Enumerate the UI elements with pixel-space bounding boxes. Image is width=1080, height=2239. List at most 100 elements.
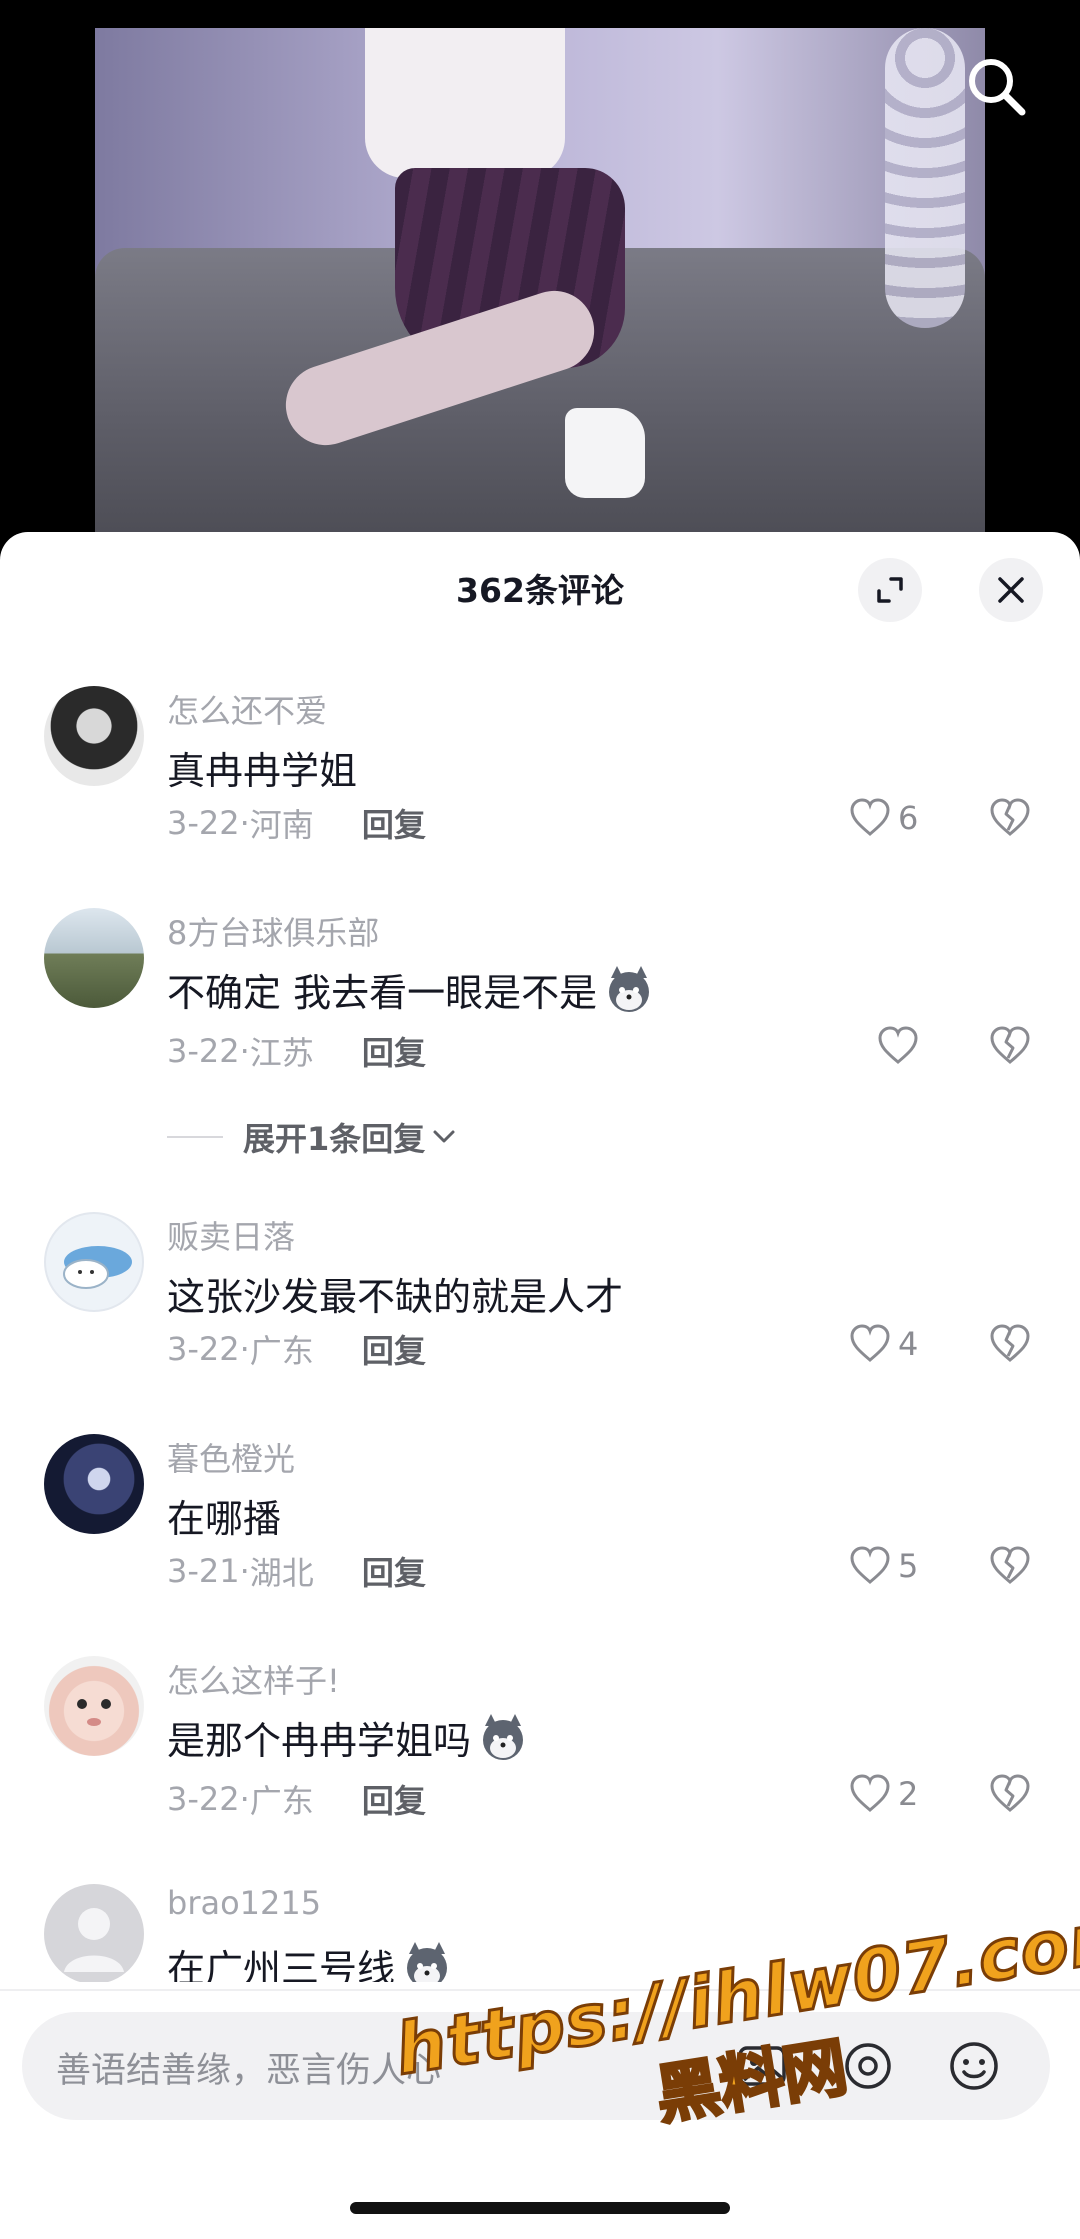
app-root: 362条评论 怎么还不爱 真冉冉学姐 3-22 · 河南 回复 6 8方台球俱乐… <box>0 0 1080 2239</box>
expand-divider <box>167 1136 223 1138</box>
comment-username[interactable]: 怎么还不爱 <box>167 686 327 732</box>
comment-input-bar[interactable]: 善语结善缘，恶言伤人心 <box>22 2012 1050 2120</box>
comment-text[interactable]: 不确定 我去看一眼是不是 <box>167 962 655 1017</box>
avatar[interactable] <box>44 1884 144 1982</box>
heart-icon <box>850 1546 890 1584</box>
video-player[interactable] <box>0 0 1080 560</box>
comment-text-content: 是那个冉冉学姐吗 <box>167 1719 472 1763</box>
cartoon-avatar-art <box>63 1246 132 1289</box>
comment-text[interactable]: 在广州三号线 <box>167 1938 453 1982</box>
dislike-button[interactable] <box>988 1544 1032 1592</box>
comment-username[interactable]: brao1215 <box>167 1884 321 1922</box>
mention-button[interactable] <box>840 2038 896 2094</box>
comment-text[interactable]: 在哪播 <box>167 1488 281 1543</box>
like-button[interactable] <box>876 1024 920 1068</box>
broken-heart-icon <box>990 1324 1030 1362</box>
default-user-icon <box>64 1908 124 1972</box>
husky-emoji-icon <box>609 965 650 1012</box>
broken-heart-icon <box>990 798 1030 836</box>
at-sign-icon <box>845 2043 891 2089</box>
search-button[interactable] <box>962 52 1032 122</box>
comment-text[interactable]: 这张沙发最不缺的就是人才 <box>167 1266 623 1321</box>
broken-heart-icon <box>990 1026 1030 1064</box>
comment-text-content: 这张沙发最不缺的就是人才 <box>167 1275 624 1319</box>
avatar[interactable] <box>44 1212 144 1312</box>
reply-button[interactable]: 回复 <box>362 1028 426 1074</box>
home-indicator[interactable] <box>350 2202 730 2214</box>
video-decor-wave <box>885 28 965 328</box>
comment-location: 广东 <box>249 1332 314 1370</box>
comment-text[interactable]: 真冉冉学姐 <box>167 740 357 795</box>
comment-item: 怎么还不爱 真冉冉学姐 3-22 · 河南 回复 6 <box>0 642 1080 862</box>
heart-icon <box>850 798 890 836</box>
comment-item: 暮色橙光 在哪播 3-21 · 湖北 回复 5 <box>0 1390 1080 1610</box>
reply-button[interactable]: 回复 <box>362 1326 426 1372</box>
comment-item: 贩卖日落 这张沙发最不缺的就是人才 3-22 · 广东 回复 4 <box>0 1168 1080 1388</box>
comment-item: brao1215 在广州三号线 <box>0 1840 1080 1982</box>
comment-location: 江苏 <box>249 1034 314 1072</box>
baby-face-avatar-art <box>77 1699 111 1726</box>
comment-meta: 3-22 · 广东 回复 <box>167 1326 426 1372</box>
like-count: 5 <box>898 1547 919 1585</box>
comment-text[interactable]: 是那个冉冉学姐吗 <box>167 1710 529 1765</box>
image-icon <box>738 2046 786 2086</box>
broken-heart-icon <box>990 1546 1030 1584</box>
close-sheet-button[interactable] <box>979 558 1043 622</box>
comment-username[interactable]: 贩卖日落 <box>167 1212 295 1258</box>
comment-location: 河南 <box>249 806 314 844</box>
broken-heart-icon <box>990 1774 1030 1812</box>
comment-date: 3-22 <box>167 804 240 842</box>
comment-date: 3-21 <box>167 1552 240 1590</box>
comment-sheet: 362条评论 怎么还不爱 真冉冉学姐 3-22 · 河南 回复 6 8方台球俱乐… <box>0 532 1080 2239</box>
dislike-button[interactable] <box>988 1772 1032 1820</box>
video-figure-top <box>365 28 565 178</box>
avatar[interactable] <box>44 908 144 1008</box>
comment-item: 怎么这样子! 是那个冉冉学姐吗 3-22 · 广东 回复 2 <box>0 1612 1080 1838</box>
like-count: 6 <box>898 799 919 837</box>
husky-emoji-icon <box>407 1941 448 1982</box>
comment-date: 3-22 <box>167 1780 240 1818</box>
comment-list[interactable]: 怎么还不爱 真冉冉学姐 3-22 · 河南 回复 6 8方台球俱乐部 不确定 我… <box>0 642 1080 1982</box>
reply-button[interactable]: 回复 <box>362 1548 426 1594</box>
husky-emoji-icon <box>483 1713 524 1760</box>
like-button[interactable]: 2 <box>848 1772 918 1816</box>
comment-date: 3-22 <box>167 1330 240 1368</box>
comment-text-content: 不确定 我去看一眼是不是 <box>167 971 598 1015</box>
expand-replies-button[interactable]: 展开1条回复 <box>167 1114 459 1160</box>
comment-username[interactable]: 暮色橙光 <box>167 1434 295 1480</box>
dislike-button[interactable] <box>988 1024 1032 1072</box>
search-icon <box>969 59 1026 116</box>
dislike-button[interactable] <box>988 1322 1032 1370</box>
comment-username[interactable]: 怎么这样子! <box>167 1656 340 1702</box>
meta-separator: · <box>239 804 250 842</box>
emoji-button[interactable] <box>946 2038 1002 2094</box>
avatar[interactable] <box>44 1434 144 1534</box>
like-button[interactable]: 5 <box>848 1544 918 1588</box>
reply-button[interactable]: 回复 <box>362 1776 426 1822</box>
close-icon <box>998 577 1024 603</box>
chevron-down-icon <box>433 1130 455 1143</box>
video-frame <box>95 28 985 560</box>
meta-separator: · <box>239 1552 250 1590</box>
smiley-icon <box>950 2042 998 2090</box>
comment-location: 湖北 <box>249 1554 314 1592</box>
like-button[interactable]: 4 <box>848 1322 918 1366</box>
comment-item: 8方台球俱乐部 不确定 我去看一眼是不是 3-22 · 江苏 回复 展开1条回复 <box>0 864 1080 1164</box>
dislike-button[interactable] <box>988 796 1032 844</box>
comment-location: 广东 <box>249 1782 314 1820</box>
image-button[interactable] <box>734 2038 790 2094</box>
comment-meta: 3-21 · 湖北 回复 <box>167 1548 426 1594</box>
reply-button[interactable]: 回复 <box>362 800 426 846</box>
meta-separator: · <box>239 1330 250 1368</box>
like-button[interactable]: 6 <box>848 796 918 840</box>
comment-date: 3-22 <box>167 1032 240 1070</box>
meta-separator: · <box>239 1032 250 1070</box>
comment-username[interactable]: 8方台球俱乐部 <box>167 908 379 954</box>
expand-sheet-button[interactable] <box>858 558 922 622</box>
avatar[interactable] <box>44 686 144 786</box>
video-figure-shoe <box>565 408 645 498</box>
expand-replies-label: 展开1条回复 <box>243 1120 426 1158</box>
comment-meta: 3-22 · 广东 回复 <box>167 1776 426 1822</box>
comment-input-placeholder[interactable]: 善语结善缘，恶言伤人心 <box>56 2042 441 2093</box>
avatar[interactable] <box>44 1656 144 1756</box>
